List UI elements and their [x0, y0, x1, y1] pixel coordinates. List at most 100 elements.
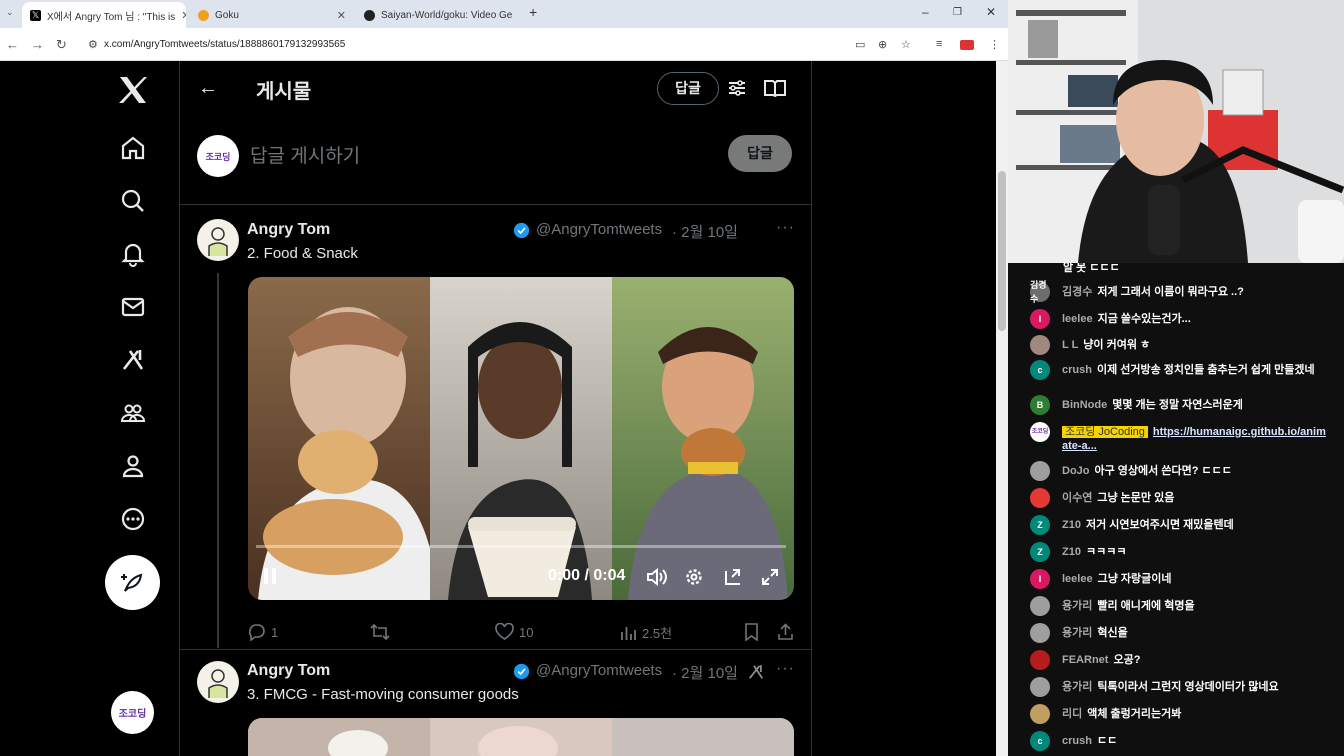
page-scrollbar[interactable] [996, 61, 1008, 756]
reply-action[interactable]: 1 [247, 623, 278, 641]
close-tab-icon[interactable]: ✕ [518, 9, 520, 22]
chat-author[interactable]: 용가리 [1062, 627, 1092, 639]
chat-avatar[interactable] [1030, 335, 1050, 355]
reading-list-icon[interactable]: ≡ [936, 38, 942, 50]
chat-avatar[interactable] [1030, 650, 1050, 670]
repost-action[interactable] [370, 623, 390, 641]
chat-author[interactable]: L L [1062, 339, 1078, 351]
chat-author[interactable]: leelee [1062, 573, 1093, 585]
chat-avatar[interactable]: l [1030, 309, 1050, 329]
chat-avatar[interactable] [1030, 488, 1050, 508]
forward-icon[interactable]: → [31, 37, 44, 52]
post-media-preview[interactable] [248, 718, 794, 756]
chat-author[interactable]: 이수연 [1062, 492, 1092, 504]
cast-icon[interactable]: ▭ [855, 38, 865, 51]
reply-submit-button[interactable]: 답글 [728, 135, 792, 172]
chat-avatar[interactable]: 조코딩 [1030, 422, 1050, 442]
minimize-button[interactable]: – [922, 5, 929, 19]
views-action[interactable]: 2.5천 [620, 623, 672, 642]
chat-author[interactable]: Z10 [1062, 519, 1081, 531]
chat-author[interactable]: crush [1062, 735, 1092, 747]
replies-filter-button[interactable]: 답글 [657, 72, 719, 105]
new-tab-button[interactable]: + [529, 4, 537, 20]
reload-icon[interactable]: ↻ [56, 37, 67, 53]
chat-author[interactable]: 리디 [1062, 708, 1082, 720]
chat-avatar[interactable]: 김경수 [1030, 280, 1050, 304]
more-options-icon[interactable]: ··· [776, 219, 795, 237]
chat-author[interactable]: 용가리 [1062, 600, 1092, 612]
chat-author[interactable]: 김경수 [1062, 286, 1092, 298]
compose-post-button[interactable] [105, 555, 160, 610]
home-icon[interactable] [116, 131, 150, 165]
chat-author[interactable]: FEARnet [1062, 654, 1108, 666]
chat-author[interactable]: 용가리 [1062, 681, 1092, 693]
chat-avatar[interactable]: B [1030, 395, 1050, 415]
close-tab-icon[interactable]: ✕ [181, 9, 186, 22]
tab-github[interactable]: Saiyan-World/goku: Video Ge ✕ [356, 2, 520, 28]
chat-author[interactable]: 조코딩 JoCoding [1062, 426, 1148, 438]
grok-icon[interactable] [747, 663, 765, 686]
volume-icon[interactable] [646, 567, 668, 592]
chat-avatar[interactable] [1030, 704, 1050, 724]
messages-icon[interactable] [116, 290, 150, 324]
search-icon[interactable] [116, 184, 150, 218]
chat-avatar[interactable]: c [1030, 731, 1050, 751]
author-name[interactable]: Angry Tom [247, 662, 330, 680]
sliders-icon[interactable] [727, 78, 747, 103]
x-logo-icon[interactable] [116, 73, 150, 107]
author-avatar[interactable] [197, 661, 239, 703]
settings-gear-icon[interactable] [684, 567, 704, 592]
chat-avatar[interactable]: Z [1030, 515, 1050, 535]
share-action[interactable] [777, 623, 794, 641]
chat-author[interactable]: Z10 [1062, 546, 1081, 558]
chat-avatar[interactable]: c [1030, 360, 1050, 380]
author-handle[interactable]: @AngryTomtweets [536, 662, 662, 679]
scrollbar-thumb[interactable] [998, 171, 1006, 331]
post-food-snack[interactable]: Angry Tom @AngryTomtweets · 2월 10일 ··· 2… [180, 205, 812, 650]
chat-avatar[interactable]: Z [1030, 542, 1050, 562]
close-window-button[interactable]: ✕ [986, 5, 996, 19]
chat-avatar[interactable] [1030, 677, 1050, 697]
chat-author[interactable]: BinNode [1062, 399, 1107, 411]
more-circle-icon[interactable] [116, 502, 150, 536]
maximize-button[interactable]: ❐ [953, 7, 962, 18]
bookmark-action[interactable] [744, 623, 759, 641]
reader-mode-icon[interactable] [764, 78, 786, 103]
chat-author[interactable]: DoJo [1062, 465, 1090, 477]
post-fmcg[interactable]: Angry Tom @AngryTomtweets · 2월 10일 ··· 3… [180, 650, 812, 756]
bookmark-star-icon[interactable]: ☆ [901, 38, 911, 51]
pause-icon[interactable] [262, 567, 278, 590]
back-arrow-icon[interactable]: ← [198, 77, 218, 100]
site-info-icon[interactable]: ⚙ [88, 38, 98, 51]
author-avatar[interactable] [197, 219, 239, 261]
back-icon[interactable]: ← [6, 37, 19, 52]
tab-goku[interactable]: Goku ✕ [190, 2, 354, 28]
chat-author[interactable]: leelee [1062, 313, 1093, 325]
menu-icon[interactable]: ⋮ [989, 38, 1000, 51]
close-tab-icon[interactable]: ✕ [337, 9, 346, 22]
chat-avatar[interactable]: l [1030, 569, 1050, 589]
post-date[interactable]: · 2월 10일 [672, 221, 738, 242]
reply-input[interactable]: 답글 게시하기 [250, 141, 360, 168]
profile-icon[interactable] [116, 449, 150, 483]
like-action[interactable]: 10 [495, 623, 533, 641]
url-input[interactable]: x.com/AngryTomtweets/status/188886017913… [84, 33, 1004, 56]
zoom-icon[interactable]: ⊕ [878, 38, 887, 51]
fullscreen-icon[interactable] [760, 567, 780, 592]
tab-x-post[interactable]: 𝕏 X에서 Angry Tom 님 : "This is ✕ [22, 2, 186, 28]
picture-in-picture-icon[interactable] [723, 567, 743, 592]
account-avatar[interactable]: 조코딩 [111, 691, 154, 734]
chat-avatar[interactable] [1030, 461, 1050, 481]
notifications-icon[interactable] [116, 237, 150, 271]
tab-search-icon[interactable]: ⌄ [6, 7, 14, 18]
chat-author[interactable]: crush [1062, 364, 1092, 376]
video-player[interactable]: 0:00 / 0:04 [248, 277, 794, 600]
more-options-icon[interactable]: ··· [776, 660, 795, 678]
author-handle[interactable]: @AngryTomtweets [536, 221, 662, 238]
profile-icon[interactable] [960, 40, 974, 50]
grok-icon[interactable] [116, 343, 150, 377]
post-date[interactable]: · 2월 10일 [672, 662, 738, 683]
communities-icon[interactable] [116, 396, 150, 430]
author-name[interactable]: Angry Tom [247, 221, 330, 239]
chat-avatar[interactable] [1030, 623, 1050, 643]
